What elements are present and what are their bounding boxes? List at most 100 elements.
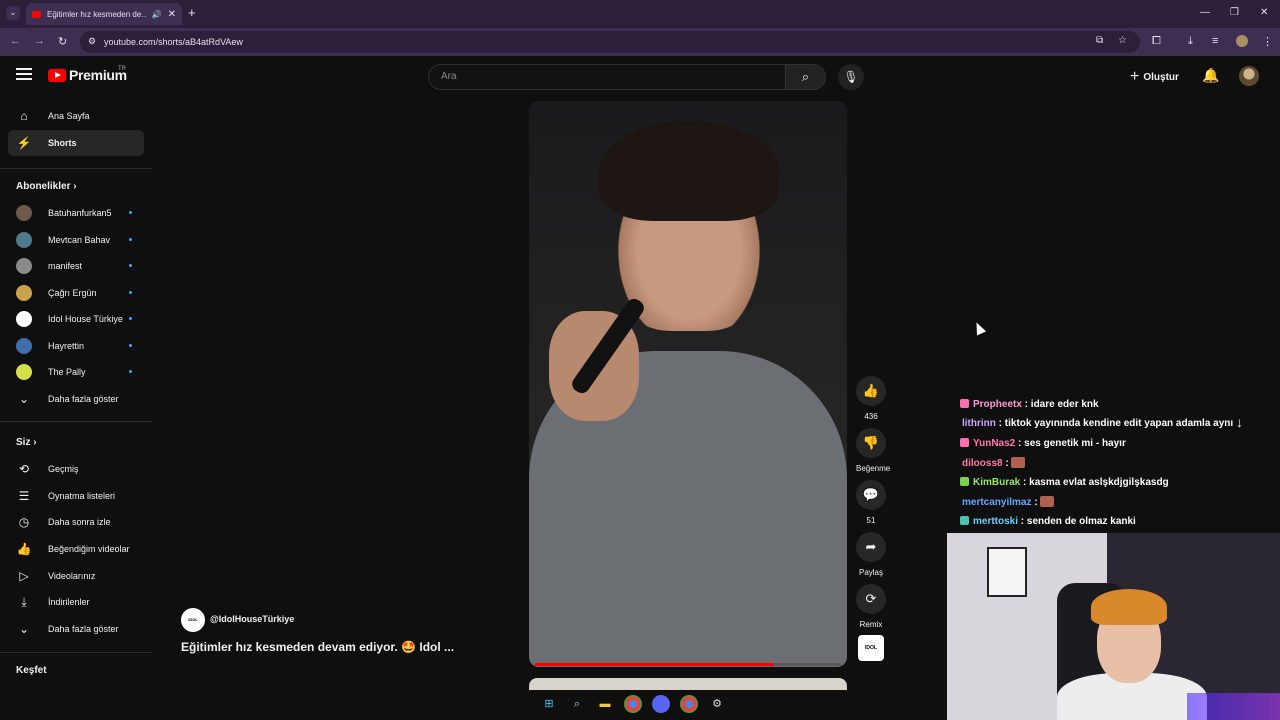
search-icon[interactable]: ⌕ — [568, 695, 586, 713]
windows-start-icon[interactable]: ⊞ — [540, 695, 558, 713]
cat-poster — [987, 547, 1027, 597]
channel-handle[interactable]: @IdolHouseTürkiye — [210, 614, 294, 624]
sidebar-item-subscription[interactable]: manifest — [8, 253, 144, 279]
history-icon: ⟲ — [18, 462, 30, 476]
channel-avatar — [16, 311, 32, 327]
arrow-down-icon[interactable]: ↓ — [1236, 414, 1243, 430]
sidebar-item-downloads[interactable]: ⤓ İndirilenler — [8, 589, 144, 615]
shorts-video-player[interactable] — [529, 101, 847, 667]
tab-search-button[interactable]: ⌄ — [6, 6, 20, 20]
share-label: Paylaş — [858, 568, 883, 577]
share-button[interactable]: ➦ Paylaş — [856, 532, 886, 577]
chat-emote-icon — [1040, 496, 1055, 507]
sidebar-item-label: Daha fazla göster — [48, 394, 119, 404]
channel-avatar — [16, 338, 32, 354]
channel-thumbnail[interactable]: IDOL — [858, 635, 884, 661]
dislike-button[interactable]: 👎 Beğenme — [856, 428, 890, 473]
discord-icon[interactable] — [652, 695, 670, 713]
sidebar-item-shorts[interactable]: ⚡ Shorts — [8, 130, 144, 156]
sidebar-item-label: Beğendiğim videolar — [48, 544, 130, 554]
webcam-overlay — [947, 533, 1280, 720]
streamer-figure — [1091, 589, 1167, 625]
chat-message: lithrinn : tiktok yayınında kendine edit… — [962, 418, 1233, 429]
sidebar-item-label: Idol House Türkiye — [48, 314, 123, 324]
sidebar-item-label: Shorts — [48, 138, 77, 148]
subscriptions-heading[interactable]: Abonelikler › — [16, 181, 77, 192]
comments-button[interactable]: 💬 51 — [856, 480, 886, 525]
new-content-dot — [129, 317, 132, 320]
install-app-icon[interactable]: ⧉ — [1096, 35, 1103, 46]
channel-avatar[interactable]: IDOL — [181, 608, 205, 632]
tab-close-icon[interactable]: ✕ — [168, 9, 176, 20]
remix-icon[interactable]: ⟳ — [856, 584, 886, 614]
bookmark-star-icon[interactable]: ☆ — [1118, 35, 1127, 46]
chrome-icon[interactable] — [680, 695, 698, 713]
remix-button[interactable]: ⟳ Remix — [856, 584, 886, 629]
chat-text: : ses genetik mi - hayır — [1015, 438, 1126, 449]
restore-icon[interactable]: ❐ — [1230, 7, 1239, 18]
sidebar-item-subscription[interactable]: Hayrettin — [8, 333, 144, 359]
search-icon[interactable]: ⌕ — [786, 64, 826, 90]
next-short-preview[interactable] — [529, 678, 847, 690]
user-avatar[interactable] — [1239, 66, 1259, 86]
extensions-icon[interactable]: ⧠ — [1152, 35, 1161, 48]
sidebar-item-label: Ana Sayfa — [48, 111, 90, 121]
sidebar-item-liked-videos[interactable]: 👍 Beğendiğim videolar — [8, 536, 144, 562]
thumbs-up-icon[interactable]: 👍 — [856, 376, 886, 406]
sidebar-item-history[interactable]: ⟲ Geçmiş — [8, 456, 144, 482]
notifications-bell-icon[interactable]: 🔔 — [1202, 67, 1219, 84]
sidebar-item-subscription[interactable]: Çağrı Ergün — [8, 280, 144, 306]
remix-label: Remix — [859, 620, 883, 629]
minimize-icon[interactable]: — — [1200, 7, 1210, 18]
media-control-icon[interactable]: ≡ — [1212, 35, 1218, 47]
sidebar-item-you-more[interactable]: ⌄ Daha fazla göster — [8, 616, 144, 642]
microphone-icon[interactable]: 🎙 — [838, 64, 864, 90]
forward-icon[interactable]: → — [34, 35, 45, 47]
playlist-icon: ☰ — [18, 489, 30, 503]
speaker-icon[interactable]: 🔊 — [152, 10, 162, 19]
hamburger-menu-icon[interactable] — [16, 68, 32, 82]
comment-icon[interactable]: 💬 — [856, 480, 886, 510]
sidebar-item-subscription[interactable]: Idol House Türkiye — [8, 306, 144, 332]
app-icon[interactable]: ⚙ — [708, 695, 726, 713]
divider — [0, 421, 152, 422]
new-content-dot — [129, 370, 132, 373]
browser-tab[interactable]: Eğitimler hız kesmeden de… 🔊 ✕ — [26, 3, 182, 25]
thumbs-down-icon[interactable]: 👎 — [856, 428, 886, 458]
sidebar-item-label: Daha fazla göster — [48, 624, 119, 634]
chrome-icon[interactable] — [624, 695, 642, 713]
site-info-icon[interactable]: ⚙ — [88, 36, 96, 47]
video-progress-fill — [535, 663, 774, 666]
short-title[interactable]: Eğitimler hız kesmeden devam ediyor. 🤩 I… — [181, 640, 454, 654]
chat-username: KimBurak — [973, 477, 1021, 488]
chat-message: merttoski : senden de olmaz kanki — [960, 516, 1136, 527]
profile-avatar[interactable] — [1236, 35, 1248, 47]
sidebar-item-watch-later[interactable]: ◷ Daha sonra izle — [8, 509, 144, 535]
new-content-dot — [129, 238, 132, 241]
sidebar-item-subscription[interactable]: Batuhanfurkan5 — [8, 200, 144, 226]
video-progress-bar[interactable] — [535, 663, 841, 666]
chat-message: dilooss8 : — [962, 457, 1026, 469]
browser-menu-icon[interactable]: ⋮ — [1262, 35, 1273, 48]
you-heading[interactable]: Siz › — [16, 437, 37, 448]
sidebar-item-your-videos[interactable]: ▷ Videolarınız — [8, 563, 144, 589]
sidebar-item-subscription[interactable]: The Pally — [8, 359, 144, 385]
address-bar[interactable]: ⚙ youtube.com/shorts/aB4atRdVAew ⧉ ☆ — [80, 31, 1140, 53]
chat-text: : tiktok yayınında kendine edit yapan ad… — [995, 418, 1234, 429]
sidebar-item-home[interactable]: ⌂ Ana Sayfa — [8, 103, 144, 129]
share-icon[interactable]: ➦ — [856, 532, 886, 562]
chevron-right-icon: › — [33, 437, 37, 448]
reload-icon[interactable]: ↻ — [58, 35, 67, 48]
like-button[interactable]: 👍 436 — [856, 376, 886, 421]
sidebar-item-subs-more[interactable]: ⌄ Daha fazla göster — [8, 386, 144, 412]
back-icon[interactable]: ← — [10, 35, 21, 47]
new-tab-button[interactable]: + — [188, 5, 196, 20]
search-input[interactable]: Ara — [428, 64, 786, 90]
window-close-icon[interactable]: ✕ — [1260, 7, 1268, 18]
youtube-premium-logo[interactable]: Premium TR — [48, 66, 127, 83]
file-explorer-icon[interactable]: ▬ — [596, 695, 614, 713]
sidebar-item-subscription[interactable]: Mevtcan Bahav — [8, 227, 144, 253]
create-button[interactable]: + Oluştur — [1130, 68, 1179, 86]
sidebar-item-playlists[interactable]: ☰ Oynatma listeleri — [8, 483, 144, 509]
downloads-icon[interactable]: ⤓ — [1188, 35, 1193, 48]
